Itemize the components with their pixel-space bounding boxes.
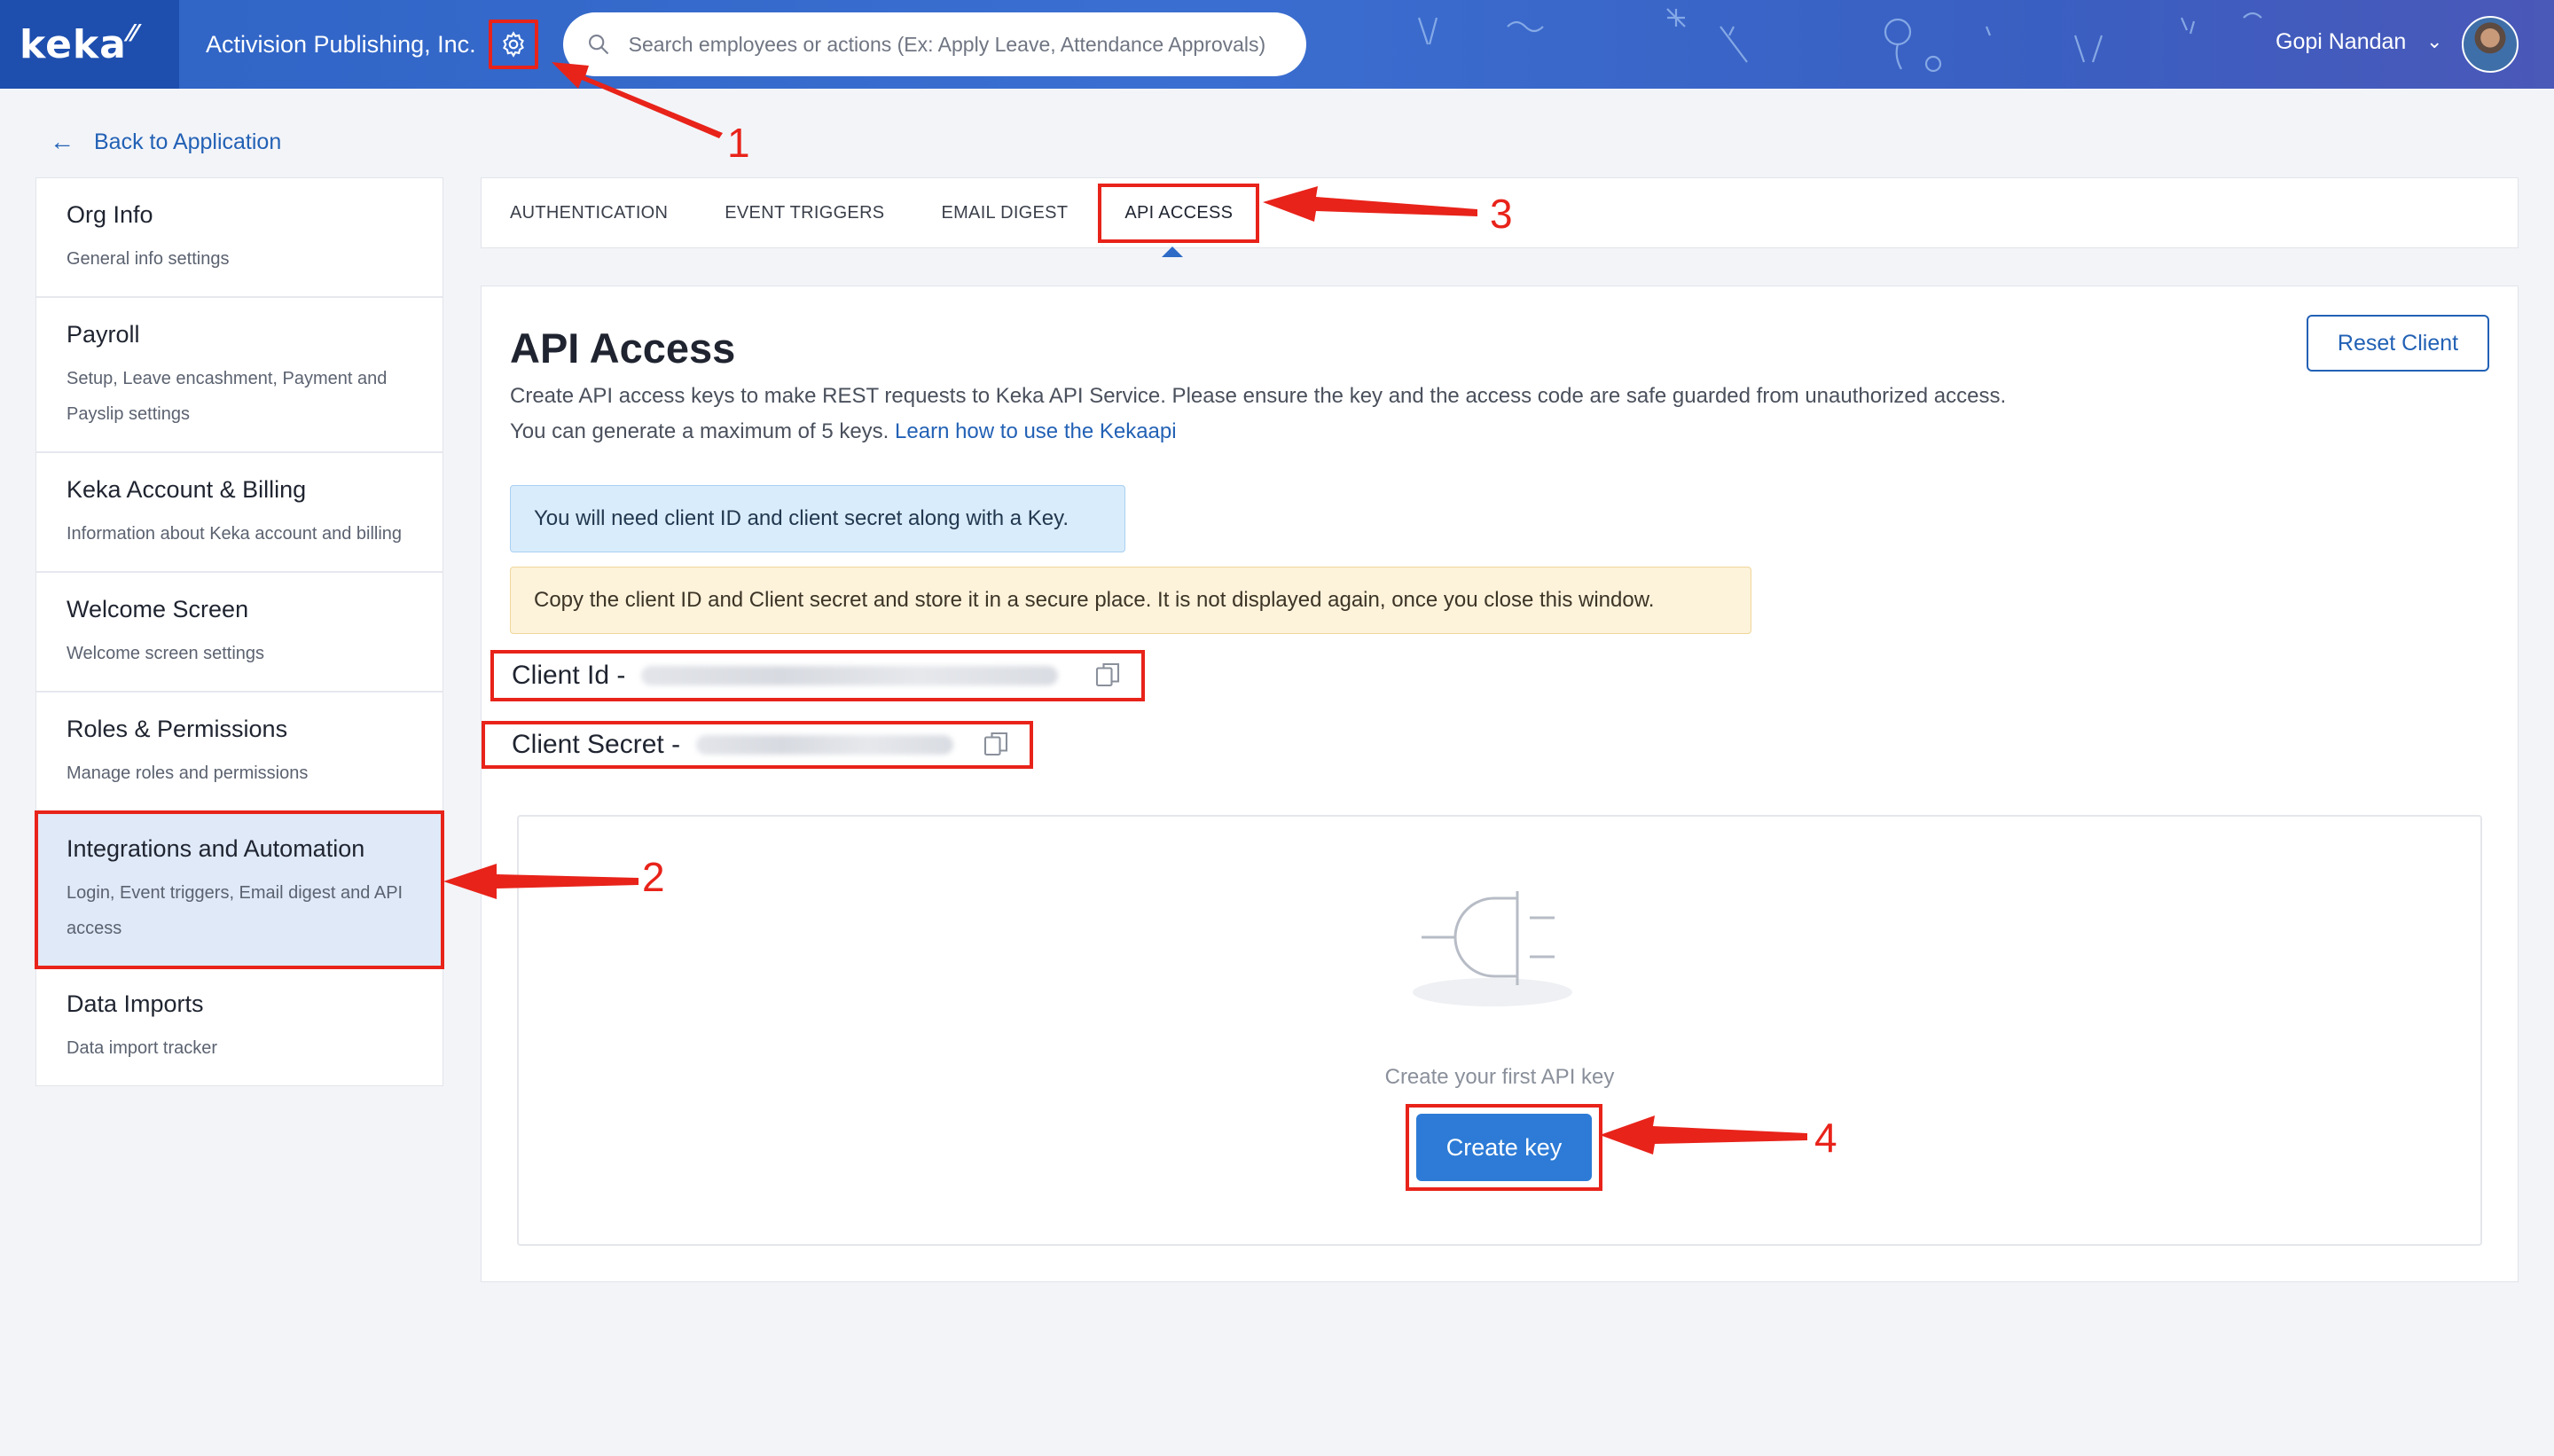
user-avatar[interactable] [2462, 16, 2519, 73]
warning-alert: Copy the client ID and Client secret and… [510, 567, 1751, 634]
api-access-panel: API Access Reset Client Create API acces… [481, 286, 2519, 1282]
client-secret-row: Client Secret - [482, 721, 1033, 769]
sidebar-item-title: Data Imports [67, 990, 204, 1017]
copy-icon[interactable] [980, 728, 1012, 760]
info-alert: You will need client ID and client secre… [510, 485, 1125, 552]
logo-spark-icon: ⁄⁄ [128, 20, 138, 47]
client-secret-label: Client Secret - [512, 730, 681, 759]
header-celebration-decor [1417, 8, 2262, 73]
sidebar-item-desc: Manage roles and permissions [67, 763, 309, 783]
sidebar-item-roles-permissions[interactable]: Roles & Permissions Manage roles and per… [36, 693, 443, 812]
sidebar-item-data-imports[interactable]: Data Imports Data import tracker [36, 967, 443, 1085]
api-description: Create API access keys to make REST requ… [510, 379, 2017, 450]
empty-state-text: Create your first API key [1384, 1065, 1615, 1089]
client-id-value-redacted [641, 666, 1059, 685]
back-to-application-link[interactable]: ← Back to Application [50, 128, 281, 156]
annotation-number-3: 3 [1490, 191, 1513, 237]
settings-gear-button[interactable] [488, 20, 538, 69]
sidebar-item-account-billing[interactable]: Keka Account & Billing Information about… [36, 453, 443, 573]
tab-api-access[interactable]: API ACCESS [1098, 183, 1260, 257]
sidebar-item-org-info[interactable]: Org Info General info settings [36, 178, 443, 298]
annotation-number-4: 4 [1814, 1115, 1837, 1161]
tab-authentication[interactable]: AUTHENTICATION [510, 203, 668, 223]
client-id-row: Client Id - [490, 650, 1145, 701]
plug-illustration-icon [1413, 891, 1572, 1006]
sidebar-item-desc: General info settings [67, 249, 230, 269]
logo-text: keka [20, 21, 127, 67]
copy-icon[interactable] [1092, 659, 1124, 691]
keka-logo[interactable]: keka ⁄⁄ [0, 0, 179, 89]
client-secret-value-redacted [696, 735, 954, 755]
search-icon [588, 35, 608, 55]
sidebar-item-title: Keka Account & Billing [67, 476, 307, 503]
tab-email-digest[interactable]: EMAIL DIGEST [941, 203, 1068, 223]
sidebar-item-title: Welcome Screen [67, 596, 249, 622]
search-input[interactable] [628, 32, 1303, 57]
page-title: API Access [510, 325, 736, 372]
sidebar-item-desc: Setup, Leave encashment, Payment and Pay… [67, 369, 388, 424]
create-key-highlight: Create key [1406, 1104, 1602, 1191]
api-description-text: Create API access keys to make REST requ… [510, 384, 2007, 443]
learn-kekaapi-link[interactable]: Learn how to use the Kekaapi [895, 419, 1177, 443]
settings-sidebar: Org Info General info settings Payroll S… [35, 177, 444, 1086]
user-name[interactable]: Gopi Nandan [2276, 29, 2406, 55]
gear-icon [502, 31, 524, 58]
tab-event-triggers[interactable]: EVENT TRIGGERS [725, 203, 884, 223]
sidebar-item-title: Integrations and Automation [67, 835, 365, 862]
org-name[interactable]: Activision Publishing, Inc. [206, 31, 476, 59]
sidebar-item-desc: Information about Keka account and billi… [67, 524, 403, 544]
create-key-button[interactable]: Create key [1416, 1114, 1592, 1181]
global-search[interactable] [562, 12, 1306, 76]
client-id-label: Client Id - [512, 661, 626, 690]
sidebar-item-desc: Login, Event triggers, Email digest and … [67, 883, 403, 938]
annotation-number-2: 2 [642, 854, 665, 900]
arrow-left-icon: ← [50, 128, 74, 155]
sidebar-item-desc: Welcome screen settings [67, 644, 265, 663]
top-header: keka ⁄⁄ Activision Publishing, Inc. Gopi… [0, 0, 2554, 89]
sidebar-item-title: Payroll [67, 321, 140, 348]
api-keys-empty-state: Create your first API key Create key [517, 815, 2482, 1246]
annotation-number-1: 1 [727, 120, 750, 166]
sidebar-item-title: Org Info [67, 201, 153, 228]
chevron-down-icon[interactable]: ⌄ [2426, 30, 2442, 53]
sidebar-item-integrations-automation[interactable]: Integrations and Automation Login, Event… [35, 810, 444, 969]
sidebar-item-title: Roles & Permissions [67, 716, 288, 742]
sidebar-item-payroll[interactable]: Payroll Setup, Leave encashment, Payment… [36, 298, 443, 453]
reset-client-button[interactable]: Reset Client [2307, 315, 2489, 372]
back-link-label: Back to Application [94, 129, 282, 154]
sidebar-item-welcome-screen[interactable]: Welcome Screen Welcome screen settings [36, 573, 443, 693]
sidebar-item-desc: Data import tracker [67, 1038, 218, 1058]
